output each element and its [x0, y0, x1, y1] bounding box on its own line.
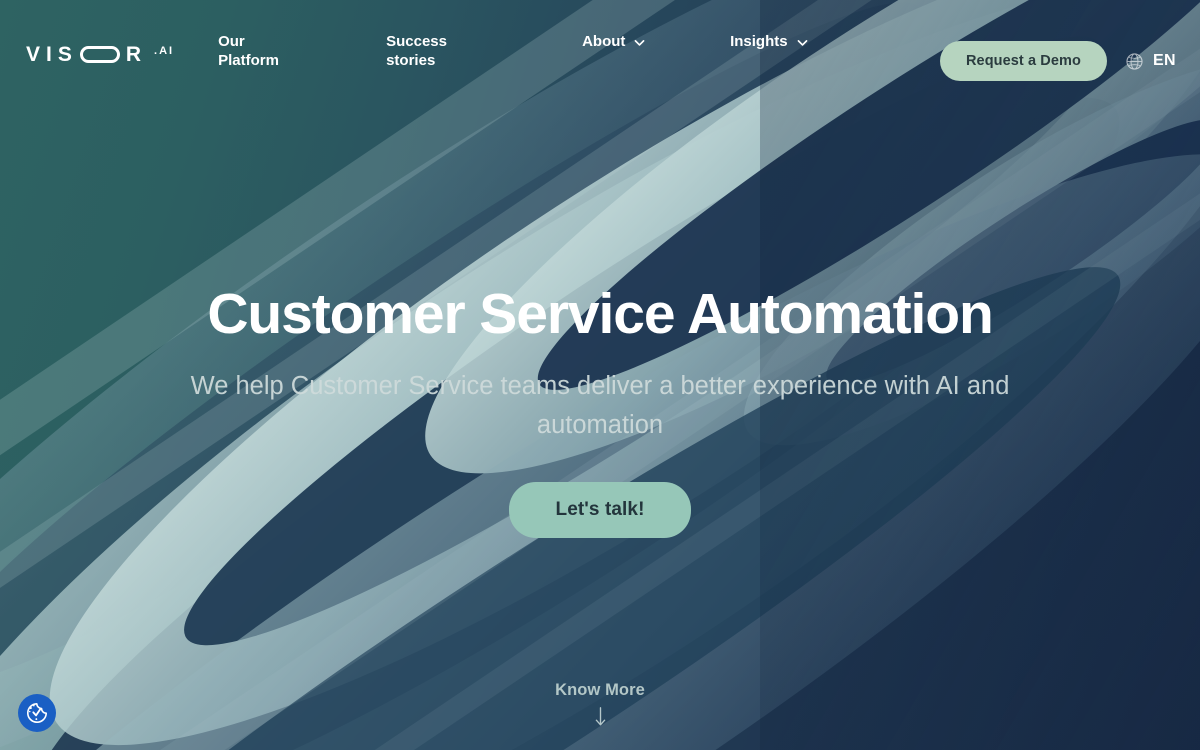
logo-tld: .AI — [154, 45, 175, 57]
language-selector[interactable]: EN — [1125, 52, 1176, 71]
chevron-down-icon — [635, 39, 645, 46]
cookie-consent-button[interactable] — [18, 694, 56, 732]
main-navigation: Our Platform Success stories About Insig… — [218, 26, 940, 70]
nav-label: About — [582, 33, 626, 50]
logo[interactable]: VIS R .AI — [26, 44, 174, 65]
hero-section: VIS R .AI Our Platform Success stories A… — [0, 0, 1200, 750]
nav-label: Our Platform — [218, 33, 279, 70]
globe-icon — [1126, 52, 1143, 70]
header-actions: Request a Demo EN — [939, 26, 1176, 81]
logo-text-suffix: R — [125, 43, 148, 66]
arrow-down-icon — [595, 707, 605, 726]
logo-pill-icon — [79, 46, 120, 63]
page-title: Customer Service Automation — [207, 282, 993, 346]
hero-subtitle: We help Customer Service teams deliver a… — [190, 371, 1010, 439]
nav-label: Success stories — [386, 33, 447, 70]
language-code: EN — [1152, 52, 1176, 69]
nav-item-success-stories[interactable]: Success stories — [386, 32, 582, 70]
nav-item-about[interactable]: About — [582, 32, 730, 51]
logo-text-prefix: VIS — [26, 43, 78, 66]
scroll-down-hint[interactable]: Know More — [0, 681, 1200, 728]
nav-item-insights[interactable]: Insights — [730, 32, 890, 51]
request-demo-button[interactable]: Request a Demo — [939, 41, 1107, 81]
chevron-down-icon — [797, 39, 807, 46]
nav-label: Insights — [730, 33, 788, 50]
scroll-hint-label: Know More — [555, 681, 645, 699]
logo-wordmark: VIS R — [26, 44, 147, 65]
cookie-consent-icon — [27, 702, 48, 723]
site-header: VIS R .AI Our Platform Success stories A… — [0, 0, 1200, 96]
nav-item-our-platform[interactable]: Our Platform — [218, 32, 386, 70]
lets-talk-button[interactable]: Let's talk! — [509, 482, 691, 539]
hero-content: Customer Service Automation We help Cust… — [0, 0, 1200, 750]
